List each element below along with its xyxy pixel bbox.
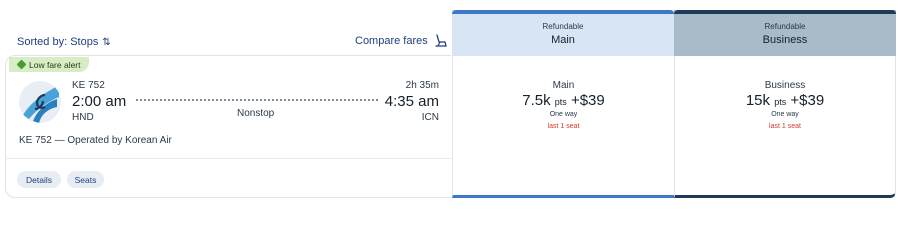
fare-cash: +$39 <box>790 92 825 109</box>
cabin-header: Main <box>551 34 575 46</box>
departure-airport: HND <box>72 112 94 123</box>
sort-arrows-icon: ⇅ <box>102 36 111 48</box>
badge-label: Low fare alert <box>29 59 81 70</box>
fare-cell-business[interactable]: Business 15k pts +$39 One way last 1 sea… <box>674 56 896 198</box>
compare-fares-label: Compare fares <box>355 35 428 47</box>
sort-label: Sorted by: Stops <box>17 36 99 48</box>
arrival-airport: ICN <box>421 112 439 123</box>
compare-fares-button[interactable]: Compare fares <box>355 34 448 48</box>
fare-points: 7.5k <box>522 92 551 109</box>
seat-availability: last 1 seat <box>547 123 580 130</box>
fare-header-main[interactable]: Refundable Main <box>452 10 674 56</box>
korean-air-logo-icon <box>23 85 59 123</box>
fare-cash: +$39 <box>570 92 605 109</box>
points-unit: pts <box>774 97 787 107</box>
trip-type: One way <box>549 111 578 118</box>
card-divider <box>5 158 451 159</box>
fare-price: 15k pts +$39 <box>675 92 895 109</box>
airline-logo <box>19 81 61 123</box>
fare-cabin: Business <box>764 80 806 91</box>
trip-type: One way <box>771 111 799 118</box>
refundable-label: Refundable <box>542 22 584 31</box>
sort-control[interactable]: Sorted by: Stops ⇅ <box>17 36 111 48</box>
fare-price: 7.5k pts +$39 <box>453 92 674 109</box>
seat-availability: last 1 seat <box>769 123 801 130</box>
fare-cell-main[interactable]: Main 7.5k pts +$39 One way last 1 seat <box>452 56 674 198</box>
fare-accent-bar <box>674 10 896 14</box>
operated-by: KE 752 — Operated by Korean Air <box>19 135 172 146</box>
departure-time: 2:00 am <box>72 93 127 110</box>
stops-label: Nonstop <box>237 108 275 119</box>
flight-duration: 2h 35m <box>405 80 439 91</box>
points-unit: pts <box>554 97 567 107</box>
route-line <box>136 99 378 101</box>
fare-points: 15k <box>745 92 771 109</box>
low-fare-alert-badge: Low fare alert <box>9 57 89 72</box>
details-button[interactable]: Details <box>17 171 61 188</box>
flight-number: KE 752 <box>72 80 105 91</box>
fare-cabin: Main <box>552 80 575 91</box>
fare-header-business[interactable]: Refundable Business <box>674 10 896 56</box>
arrival-time: 4:35 am <box>384 93 439 110</box>
fare-accent-bar <box>452 10 674 14</box>
cabin-header: Business <box>762 34 808 46</box>
seat-icon <box>435 34 447 47</box>
tag-icon <box>16 59 27 70</box>
refundable-label: Refundable <box>764 22 806 31</box>
seats-button[interactable]: Seats <box>67 171 104 188</box>
